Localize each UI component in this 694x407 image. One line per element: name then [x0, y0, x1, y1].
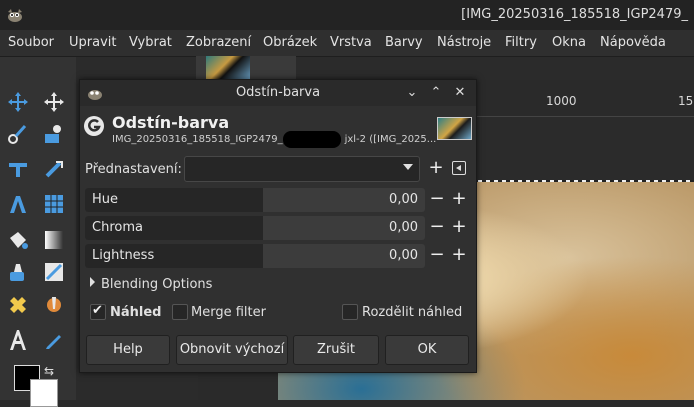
- decrease-button[interactable]: −: [427, 188, 447, 212]
- paintbrush-icon[interactable]: [6, 260, 30, 284]
- menu-view[interactable]: Zobrazení: [186, 35, 251, 50]
- help-button[interactable]: Help: [86, 335, 170, 365]
- cancel-button[interactable]: Zrušit: [293, 335, 379, 365]
- split-preview-label: Rozdělit náhled: [362, 305, 463, 320]
- blending-options-expander[interactable]: Blending Options: [90, 277, 212, 292]
- bucket-fill-icon[interactable]: [6, 228, 30, 252]
- lightness-value[interactable]: 0,00: [389, 248, 418, 263]
- menu-filters[interactable]: Filtry: [505, 35, 537, 50]
- text-glyph-icon[interactable]: [6, 328, 30, 352]
- menubar: Soubor Upravit Vybrat Zobrazení Obrázek …: [0, 30, 694, 57]
- add-preset-button[interactable]: +: [427, 157, 445, 179]
- merge-filter-label: Merge filter: [191, 305, 266, 320]
- increase-button[interactable]: +: [449, 188, 469, 212]
- menu-windows[interactable]: Okna: [552, 35, 586, 50]
- blending-options-label: Blending Options: [101, 277, 213, 292]
- chroma-slider-row: Chroma 0,00 − +: [85, 216, 469, 240]
- decrease-button[interactable]: −: [427, 216, 447, 240]
- paths-tool-icon[interactable]: [6, 192, 30, 216]
- chroma-label: Chroma: [92, 220, 143, 235]
- hue-chroma-dialog: Odstín-barva ⌄ ⌃ ✕ Odstín-barva IMG_2025…: [79, 79, 477, 373]
- hue-value[interactable]: 0,00: [389, 192, 418, 207]
- hue-slider-row: Hue 0,00 − +: [85, 188, 469, 212]
- smudge-icon[interactable]: [42, 260, 66, 284]
- image-tabs-strip: [196, 56, 296, 80]
- align-tool-icon[interactable]: [42, 90, 66, 114]
- crop-tool-icon[interactable]: [42, 158, 66, 182]
- lightness-slider[interactable]: Lightness 0,00: [85, 244, 425, 268]
- menu-file[interactable]: Soubor: [8, 35, 54, 50]
- image-tab-thumbnail[interactable]: [206, 56, 250, 80]
- split-preview-checkbox[interactable]: [342, 304, 358, 320]
- chevron-down-icon: [403, 164, 413, 170]
- text-tool-icon[interactable]: [42, 192, 66, 216]
- reset-button[interactable]: Obnovit výchozí: [176, 335, 288, 365]
- image-preview-thumbnail: [437, 117, 472, 140]
- chevron-down-icon[interactable]: ⌄: [402, 83, 422, 103]
- swap-colors-icon[interactable]: ⇆: [44, 364, 54, 378]
- menu-help[interactable]: Nápověda: [600, 35, 666, 50]
- hue-label: Hue: [92, 192, 119, 207]
- ruler-label: 15: [678, 94, 694, 108]
- clone-tool-icon[interactable]: [42, 293, 66, 317]
- horizontal-ruler: 1000 15: [470, 80, 694, 117]
- chroma-value[interactable]: 0,00: [389, 220, 418, 235]
- decrease-button[interactable]: −: [427, 244, 447, 268]
- redaction-mark: [283, 131, 341, 148]
- menu-select[interactable]: Vybrat: [129, 35, 172, 50]
- background-color-swatch[interactable]: [30, 379, 58, 407]
- image-name-left: IMG_20250316_185518_IGP2479_: [112, 134, 283, 145]
- window-titlebar: [IMG_20250316_185518_IGP2479_: [0, 0, 694, 30]
- presets-label: Přednastavení:: [85, 162, 182, 177]
- chevron-right-icon: [90, 277, 95, 287]
- increase-button[interactable]: +: [449, 244, 469, 268]
- window-title: [IMG_20250316_185518_IGP2479_: [461, 7, 688, 22]
- color-picker-icon[interactable]: [42, 328, 66, 352]
- menu-tools[interactable]: Nástroje: [437, 35, 491, 50]
- increase-button[interactable]: +: [449, 216, 469, 240]
- menu-colors[interactable]: Barvy: [385, 35, 423, 50]
- ok-button[interactable]: OK: [385, 335, 469, 365]
- menu-edit[interactable]: Upravit: [69, 35, 116, 50]
- filter-header-subtitle: IMG_20250316_185518_IGP2479_ jxl-2 ([IMG_…: [112, 134, 436, 145]
- gradient-tool-icon[interactable]: [42, 228, 66, 252]
- fuzzy-select-icon[interactable]: [6, 158, 30, 182]
- hue-slider[interactable]: Hue 0,00: [85, 188, 425, 212]
- gegl-filter-icon: [84, 116, 104, 136]
- chevron-up-icon[interactable]: ⌃: [426, 83, 446, 103]
- lightness-slider-row: Lightness 0,00 − +: [85, 244, 469, 268]
- preview-label: Náhled: [110, 305, 162, 320]
- unified-transform-icon[interactable]: [42, 122, 66, 146]
- lightness-label: Lightness: [92, 248, 155, 263]
- move-tool-icon[interactable]: [6, 90, 30, 114]
- preview-checkbox[interactable]: [90, 303, 106, 320]
- filter-header-title: Odstín-barva: [112, 113, 230, 132]
- presets-combo[interactable]: [184, 156, 420, 182]
- ruler-label: 1000: [546, 94, 577, 108]
- menu-layer[interactable]: Vrstva: [330, 35, 372, 50]
- heal-tool-icon[interactable]: [6, 293, 30, 317]
- close-icon[interactable]: ✕: [450, 83, 470, 103]
- preset-menu-icon[interactable]: [452, 161, 466, 175]
- image-name-right: jxl-2 ([IMG_2025...: [344, 134, 437, 145]
- dialog-titlebar[interactable]: Odstín-barva ⌄ ⌃ ✕: [80, 80, 476, 106]
- chroma-slider[interactable]: Chroma 0,00: [85, 216, 425, 240]
- gimp-logo-icon: [8, 9, 22, 22]
- merge-filter-checkbox[interactable]: [172, 304, 188, 320]
- menu-image[interactable]: Obrázek: [263, 35, 317, 50]
- warp-tool-icon[interactable]: [6, 122, 30, 146]
